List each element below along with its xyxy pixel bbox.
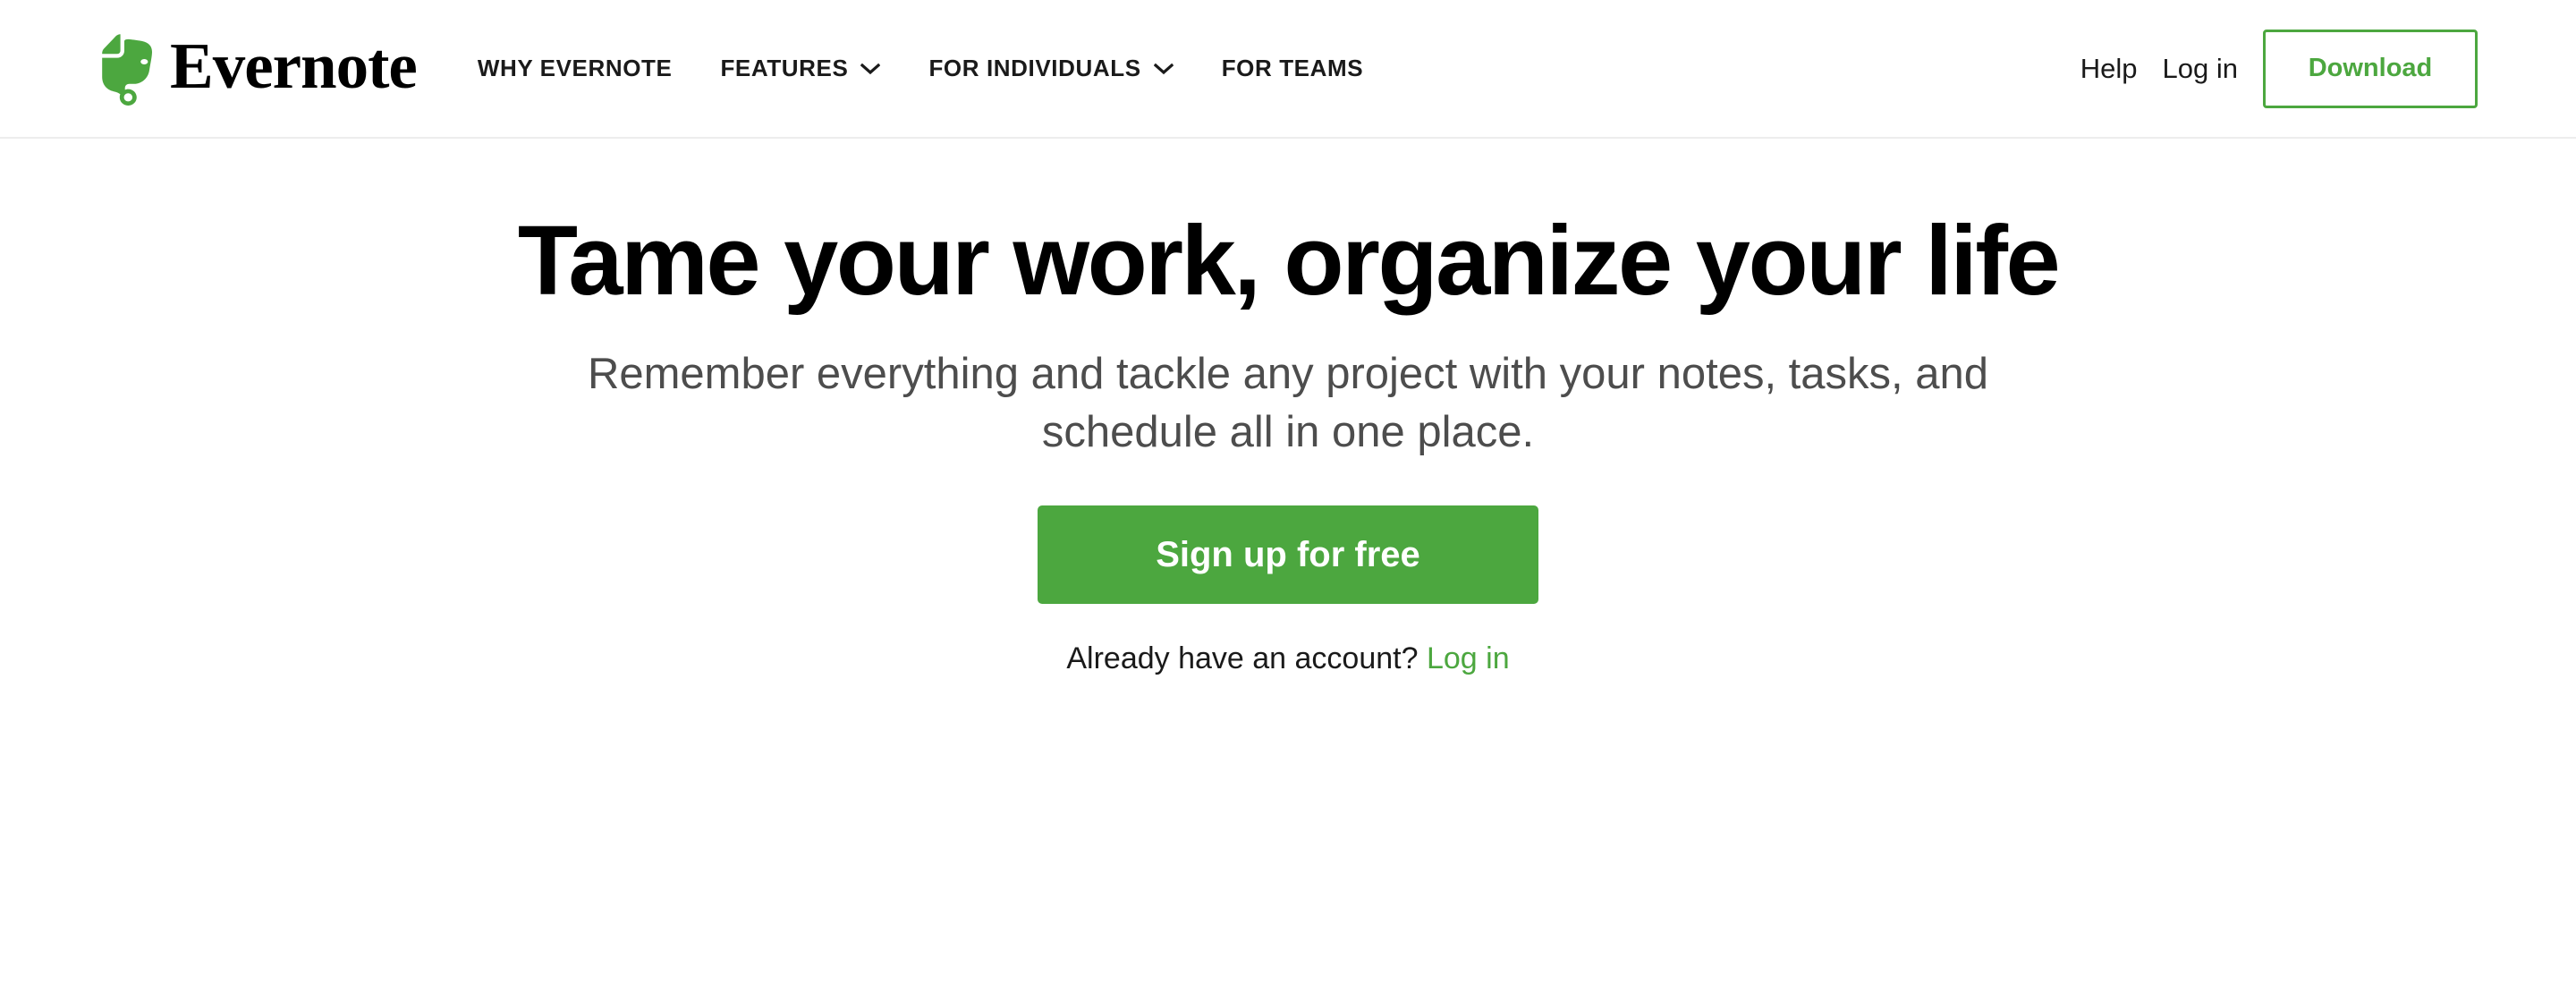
help-link[interactable]: Help: [2080, 53, 2138, 85]
brand-wordmark: Evernote: [170, 30, 418, 102]
signup-for-free-button[interactable]: Sign up for free: [1038, 505, 1538, 605]
header-actions: Help Log in Download: [2080, 29, 2478, 108]
evernote-elephant-icon: [102, 33, 152, 106]
nav-item-for-teams[interactable]: FOR TEAMS: [1222, 55, 1364, 82]
primary-navigation: WHY EVERNOTE FEATURES FOR INDIVIDUALS FO…: [478, 55, 2080, 82]
hero-section: Tame your work, organize your life Remem…: [0, 139, 2576, 676]
chevron-down-icon: [860, 63, 881, 74]
nav-item-why-evernote[interactable]: WHY EVERNOTE: [478, 55, 673, 82]
nav-item-label: FEATURES: [720, 55, 849, 81]
brand-logo-link[interactable]: Evernote: [100, 30, 418, 106]
nav-item-label: FOR TEAMS: [1221, 55, 1364, 81]
chevron-down-icon: [1153, 63, 1174, 74]
hero-login-link[interactable]: Log in: [1427, 641, 1510, 675]
site-header: Evernote WHY EVERNOTE FEATURES FOR INDIV…: [0, 0, 2576, 139]
hero-title: Tame your work, organize your life: [517, 206, 2061, 316]
nav-item-label: WHY EVERNOTE: [477, 55, 673, 81]
existing-account-line: Already have an account? Log in: [1066, 641, 1509, 676]
nav-item-features[interactable]: FEATURES: [720, 55, 881, 82]
nav-item-for-individuals[interactable]: FOR INDIVIDUALS: [928, 55, 1174, 82]
download-button[interactable]: Download: [2263, 29, 2478, 108]
hero-subtitle: Remember everything and tackle any proje…: [587, 349, 1989, 457]
header-login-link[interactable]: Log in: [2163, 53, 2238, 85]
existing-account-prompt: Already have an account?: [1066, 641, 1419, 676]
hero-cta-group: Sign up for free Already have an account…: [0, 505, 2576, 676]
nav-item-label: FOR INDIVIDUALS: [928, 55, 1141, 81]
